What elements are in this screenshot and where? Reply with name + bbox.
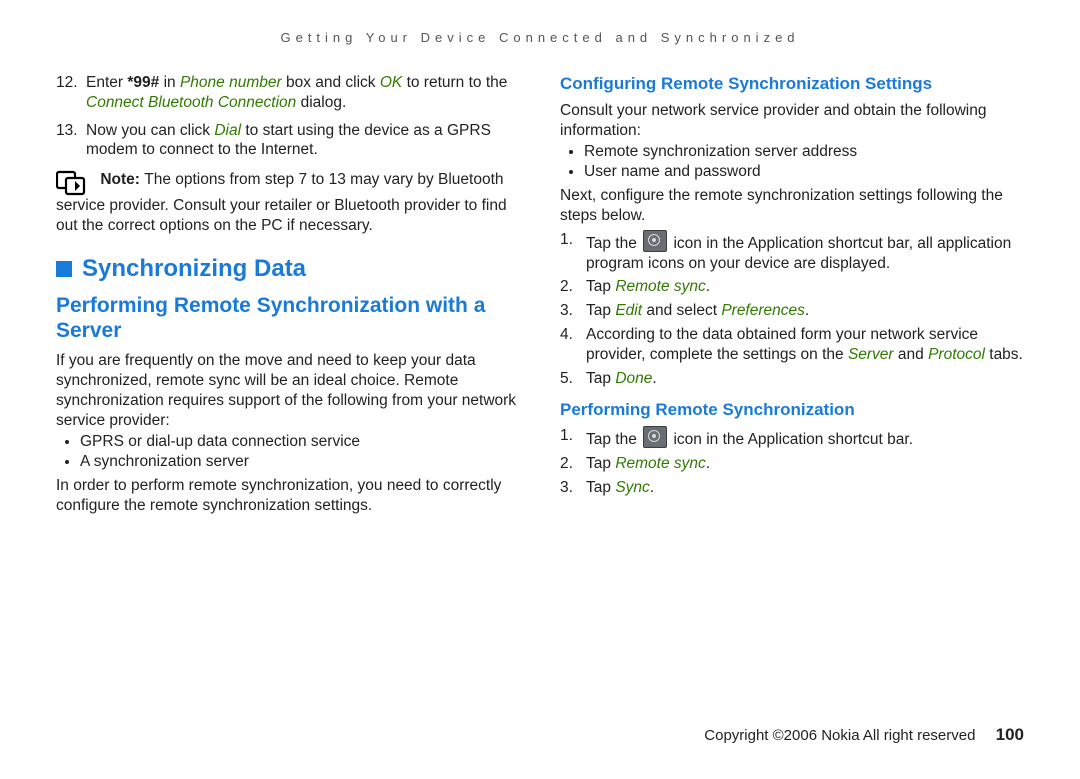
bullet-list: Remote synchronization server address Us…	[560, 142, 1024, 182]
text: Tap	[586, 278, 615, 295]
text: .	[650, 479, 654, 496]
step: Tap the icon in the Application shortcut…	[560, 426, 1024, 450]
ui-term: Protocol	[928, 346, 985, 363]
text: Tap	[586, 302, 615, 319]
bullet-item: A synchronization server	[80, 452, 520, 472]
paragraph: In order to perform remote synchronizati…	[56, 476, 520, 516]
text: .	[652, 370, 656, 387]
step: Tap Remote sync.	[560, 454, 1024, 474]
two-column-layout: Enter *99# in Phone number box and click…	[56, 73, 1024, 516]
ui-term: Done	[615, 370, 652, 387]
text: box and click	[282, 74, 380, 91]
step: According to the data obtained form your…	[560, 325, 1024, 365]
note-icon	[56, 170, 90, 196]
text: tabs.	[985, 346, 1023, 363]
subheading-configuring: Configuring Remote Synchronization Setti…	[560, 73, 1024, 95]
text: .	[805, 302, 809, 319]
copyright-text: Copyright ©2006 Nokia All right reserved	[704, 727, 975, 744]
numbered-steps-perform: Tap the icon in the Application shortcut…	[560, 426, 1024, 497]
text: Enter	[86, 74, 127, 91]
page-number: 100	[996, 725, 1024, 744]
text: in	[159, 74, 180, 91]
left-column: Enter *99# in Phone number box and click…	[56, 73, 520, 516]
ui-term: Dial	[214, 122, 241, 139]
text: Tap	[586, 370, 615, 387]
ui-term: Server	[848, 346, 894, 363]
note-block: Note: The options from step 7 to 13 may …	[56, 170, 520, 236]
numbered-steps-config: Tap the icon in the Application shortcut…	[560, 230, 1024, 389]
ui-term: Edit	[615, 302, 642, 319]
text: dialog.	[296, 94, 346, 111]
app-shortcut-icon	[643, 426, 667, 448]
right-column: Configuring Remote Synchronization Setti…	[560, 73, 1024, 516]
ui-term: Phone number	[180, 74, 282, 91]
running-head: Getting Your Device Connected and Synchr…	[56, 30, 1024, 45]
step: Tap Edit and select Preferences.	[560, 301, 1024, 321]
step: Tap Remote sync.	[560, 277, 1024, 297]
paragraph: If you are frequently on the move and ne…	[56, 351, 520, 430]
text: .	[706, 278, 710, 295]
bullet-item: GPRS or dial-up data connection service	[80, 432, 520, 452]
text: .	[706, 455, 710, 472]
bullet-list: GPRS or dial-up data connection service …	[56, 432, 520, 472]
page: Getting Your Device Connected and Synchr…	[0, 0, 1080, 779]
ui-term: Preferences	[721, 302, 805, 319]
text: and	[894, 346, 928, 363]
step-12: Enter *99# in Phone number box and click…	[56, 73, 520, 113]
note-text: Note: The options from step 7 to 13 may …	[56, 171, 507, 234]
step-13: Now you can click Dial to start using th…	[56, 121, 520, 161]
text: Tap the	[586, 235, 641, 252]
app-shortcut-icon	[643, 230, 667, 252]
text: Now you can click	[86, 122, 214, 139]
bullet-item: User name and password	[584, 162, 1024, 182]
ui-term: Sync	[615, 479, 649, 496]
continued-steps-list: Enter *99# in Phone number box and click…	[56, 73, 520, 160]
text: Tap	[586, 455, 615, 472]
ui-term: Remote sync	[615, 455, 705, 472]
square-bullet-icon	[56, 261, 72, 277]
paragraph: Consult your network service provider an…	[560, 101, 1024, 141]
text: and select	[642, 302, 721, 319]
bullet-item: Remote synchronization server address	[584, 142, 1024, 162]
paragraph: Next, configure the remote synchronizati…	[560, 186, 1024, 226]
ui-term: OK	[380, 74, 402, 91]
text: Tap the	[586, 431, 641, 448]
text: icon in the Application shortcut bar.	[669, 431, 913, 448]
section-heading: Synchronizing Data	[56, 254, 520, 285]
step: Tap Done.	[560, 369, 1024, 389]
footer: Copyright ©2006 Nokia All right reserved…	[704, 725, 1024, 745]
ui-term: Connect Bluetooth Connection	[86, 94, 296, 111]
heading-text: Synchronizing Data	[82, 255, 306, 282]
bold-code: *99#	[127, 74, 159, 91]
ui-term: Remote sync	[615, 278, 705, 295]
subheading-performing: Performing Remote Synchronization	[560, 399, 1024, 421]
subsection-heading: Performing Remote Synchronization with a…	[56, 293, 520, 343]
text: to return to the	[402, 74, 507, 91]
note-label: Note:	[100, 171, 144, 188]
text: Tap	[586, 479, 615, 496]
step: Tap the icon in the Application shortcut…	[560, 230, 1024, 274]
step: Tap Sync.	[560, 478, 1024, 498]
